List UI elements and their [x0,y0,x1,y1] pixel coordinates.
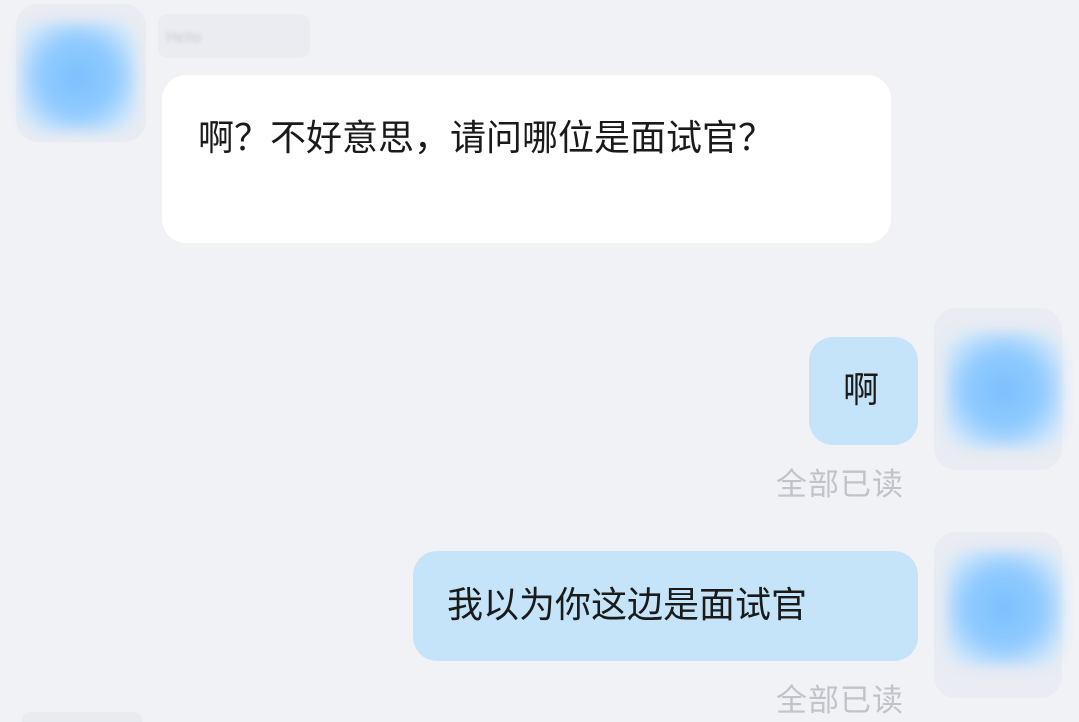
outgoing-message-bubble[interactable]: 啊 [809,337,918,445]
incoming-message-bubble[interactable]: 啊？不好意思，请问哪位是面试官？ [162,75,891,243]
contact-avatar[interactable] [20,22,136,132]
sender-name-text: Hello [166,30,202,46]
read-status: 全部已读 [776,683,904,719]
chat-conversation: Hello 啊？不好意思，请问哪位是面试官？ 啊 全部已读 我以为你这边是面试官… [0,0,1079,722]
message-text: 啊 [843,370,880,411]
my-avatar[interactable] [946,550,1062,666]
my-avatar[interactable] [946,332,1062,448]
message-text: 啊？不好意思，请问哪位是面试官？ [198,118,775,159]
read-status: 全部已读 [776,467,904,503]
outgoing-message-bubble[interactable]: 我以为你这边是面试官 [413,551,918,661]
sender-name: Hello [158,14,310,58]
next-message-edge [22,712,142,722]
message-text: 我以为你这边是面试官 [447,585,808,626]
